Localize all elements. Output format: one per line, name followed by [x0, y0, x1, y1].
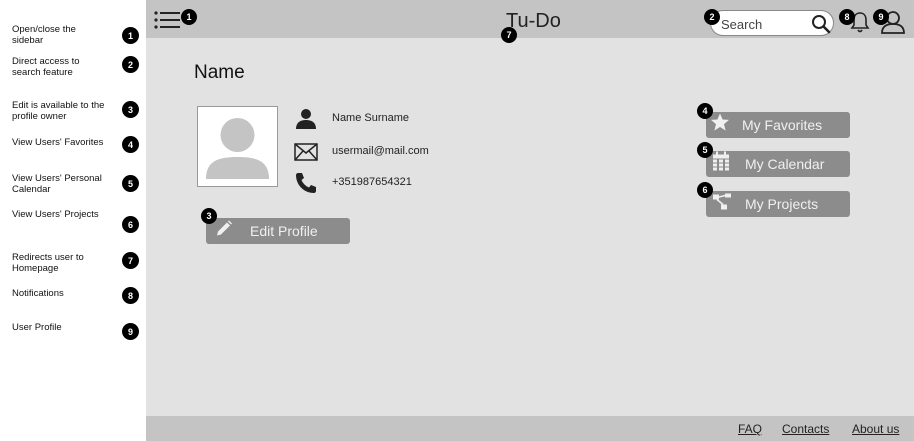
edit-profile-label: Edit Profile	[250, 223, 318, 239]
legend-number: 3	[122, 101, 139, 118]
annotation-badge: 9	[873, 9, 889, 25]
legend-item-1: Open/close the sidebar 1	[12, 24, 140, 54]
legend-item-2: Direct access to search feature 2	[12, 56, 140, 86]
legend-text: Notifications	[12, 288, 64, 299]
profile-email: usermail@mail.com	[332, 145, 429, 157]
footer-link-about[interactable]: About us	[852, 422, 899, 436]
annotation-badge: 1	[181, 9, 197, 25]
legend-item-8: Notifications 8	[12, 287, 140, 318]
legend-number: 7	[122, 252, 139, 269]
legend-number: 8	[122, 287, 139, 304]
legend-item-7: Redirects user to Homepage 7	[12, 252, 140, 282]
legend-item-4: View Users' Favorites 4	[12, 136, 140, 167]
phone-icon	[294, 171, 318, 195]
legend-item-9: User Profile 9	[12, 322, 140, 352]
annotation-badge: 7	[501, 27, 517, 43]
legend-text: Edit is available to the profile owner	[12, 100, 105, 122]
legend-number: 6	[122, 216, 139, 233]
search-input[interactable]	[721, 15, 805, 33]
legend-text: View Users' Projects	[12, 209, 99, 220]
pencil-icon	[215, 220, 233, 243]
annotation-badge: 6	[697, 182, 713, 198]
my-favorites-button[interactable]: My Favorites	[706, 112, 850, 138]
footer-bar: FAQ Contacts About us	[146, 416, 914, 441]
my-favorites-label: My Favorites	[742, 117, 823, 133]
annotation-badge: 4	[697, 103, 713, 119]
footer-link-faq[interactable]: FAQ	[738, 422, 762, 436]
top-bar: 1 Tu-Do 7 2 8 9	[146, 0, 914, 43]
profile-phone: +351987654321	[332, 176, 412, 188]
annotation-badge: 3	[201, 208, 217, 224]
legend-number: 9	[122, 323, 139, 340]
edit-profile-button[interactable]: Edit Profile	[206, 218, 350, 244]
annotation-badge: 5	[697, 142, 713, 158]
legend-text: Redirects user to Homepage	[12, 252, 84, 274]
hamburger-menu-icon[interactable]	[154, 10, 180, 30]
avatar-placeholder-icon	[206, 118, 269, 179]
search-icon[interactable]	[811, 14, 831, 34]
my-calendar-label: My Calendar	[745, 156, 825, 172]
legend-text: View Users' Personal Calendar	[12, 173, 102, 195]
legend-text: User Profile	[12, 322, 62, 333]
profile-name-heading: Name	[194, 62, 245, 83]
project-tree-icon	[712, 193, 732, 216]
search-box	[710, 10, 834, 36]
legend-text: Open/close the sidebar	[12, 24, 76, 46]
calendar-icon	[712, 151, 730, 177]
legend-item-5: View Users' Personal Calendar 5	[12, 173, 140, 203]
annotation-legend: Open/close the sidebar 1 Direct access t…	[0, 0, 146, 441]
legend-text: View Users' Favorites	[12, 137, 104, 148]
my-calendar-button[interactable]: My Calendar	[706, 151, 850, 177]
app-window: 1 Tu-Do 7 2 8 9	[146, 0, 914, 441]
legend-text: Direct access to search feature	[12, 56, 80, 78]
legend-item-6: View Users' Projects 6	[12, 209, 140, 239]
legend-number: 1	[122, 27, 139, 44]
person-icon	[294, 107, 318, 131]
star-icon	[710, 113, 730, 138]
my-projects-label: My Projects	[745, 196, 819, 212]
avatar	[197, 106, 278, 187]
my-projects-button[interactable]: My Projects	[706, 191, 850, 217]
legend-number: 5	[122, 175, 139, 192]
annotation-badge: 8	[839, 9, 855, 25]
legend-number: 2	[122, 56, 139, 73]
footer-link-contacts[interactable]: Contacts	[782, 422, 829, 436]
annotation-badge: 2	[704, 9, 720, 25]
legend-number: 4	[122, 136, 139, 153]
legend-item-3: Edit is available to the profile owner 3	[12, 100, 140, 130]
envelope-icon	[294, 140, 318, 164]
profile-full-name: Name Surname	[332, 112, 410, 124]
